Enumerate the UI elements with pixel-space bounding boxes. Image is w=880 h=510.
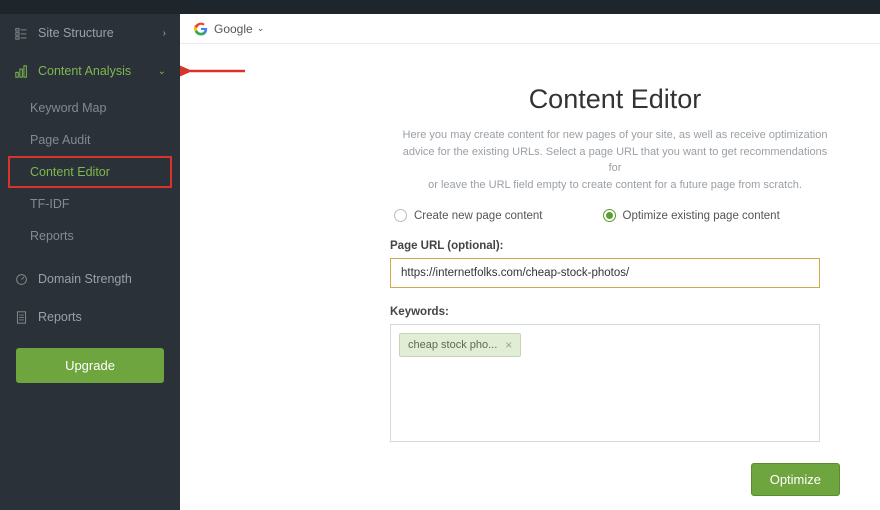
upgrade-label: Upgrade (65, 358, 115, 373)
search-engine-selector[interactable]: Google ⌄ (214, 22, 264, 36)
radio-icon (394, 209, 407, 222)
chart-icon (14, 64, 28, 78)
document-icon (14, 310, 28, 324)
search-engine-label: Google (214, 22, 253, 36)
sidebar-topstrip (0, 0, 180, 14)
radio-label: Optimize existing page content (623, 210, 780, 222)
optimize-label: Optimize (770, 472, 821, 487)
sub-content-editor[interactable]: Content Editor (8, 156, 172, 188)
nav-domain-strength[interactable]: Domain Strength (0, 260, 180, 298)
page-url-input[interactable] (390, 258, 820, 288)
nav-label: Content Analysis (38, 64, 131, 78)
main-topstrip (180, 0, 880, 14)
nav-site-structure[interactable]: Site Structure › (0, 14, 180, 52)
radio-optimize-existing[interactable]: Optimize existing page content (603, 209, 780, 222)
mode-radio-group: Create new page content Optimize existin… (390, 209, 840, 222)
sitemap-icon (14, 26, 28, 40)
chevron-down-icon: ⌄ (257, 23, 265, 34)
chevron-down-icon: ⌄ (158, 66, 166, 77)
sub-reports[interactable]: Reports (0, 220, 180, 252)
nav-label: Site Structure (38, 26, 114, 40)
nav-label: Domain Strength (38, 272, 132, 286)
optimize-button[interactable]: Optimize (751, 463, 840, 496)
keyword-tag: cheap stock pho... × (399, 333, 521, 357)
nav-content-analysis[interactable]: Content Analysis ⌄ (0, 52, 180, 90)
keyword-tag-text: cheap stock pho... (408, 339, 497, 351)
chevron-right-icon: › (163, 28, 166, 39)
upgrade-button[interactable]: Upgrade (16, 348, 164, 383)
content-analysis-submenu: Keyword Map Page Audit Content Editor TF… (0, 90, 180, 260)
nav-label: Reports (38, 310, 82, 324)
page-title: Content Editor (390, 84, 840, 115)
page-description: Here you may create content for new page… (400, 127, 830, 193)
sub-keyword-map[interactable]: Keyword Map (0, 92, 180, 124)
google-icon (194, 22, 208, 36)
nav-reports[interactable]: Reports (0, 298, 180, 336)
close-icon[interactable]: × (505, 338, 512, 352)
gauge-icon (14, 272, 28, 286)
keywords-field-label: Keywords: (390, 306, 840, 318)
header-bar: Google ⌄ (180, 14, 880, 44)
url-field-label: Page URL (optional): (390, 240, 840, 252)
sidebar: Site Structure › Content Analysis ⌄ Keyw… (0, 0, 180, 510)
radio-label: Create new page content (414, 210, 543, 222)
main-area: Google ⌄ Content Editor Here you may cre… (180, 0, 880, 510)
radio-icon (603, 209, 616, 222)
sub-tf-idf[interactable]: TF-IDF (0, 188, 180, 220)
keywords-input[interactable]: cheap stock pho... × (390, 324, 820, 442)
radio-create-new[interactable]: Create new page content (394, 209, 543, 222)
sub-page-audit[interactable]: Page Audit (0, 124, 180, 156)
content-area: Content Editor Here you may create conte… (180, 44, 880, 510)
